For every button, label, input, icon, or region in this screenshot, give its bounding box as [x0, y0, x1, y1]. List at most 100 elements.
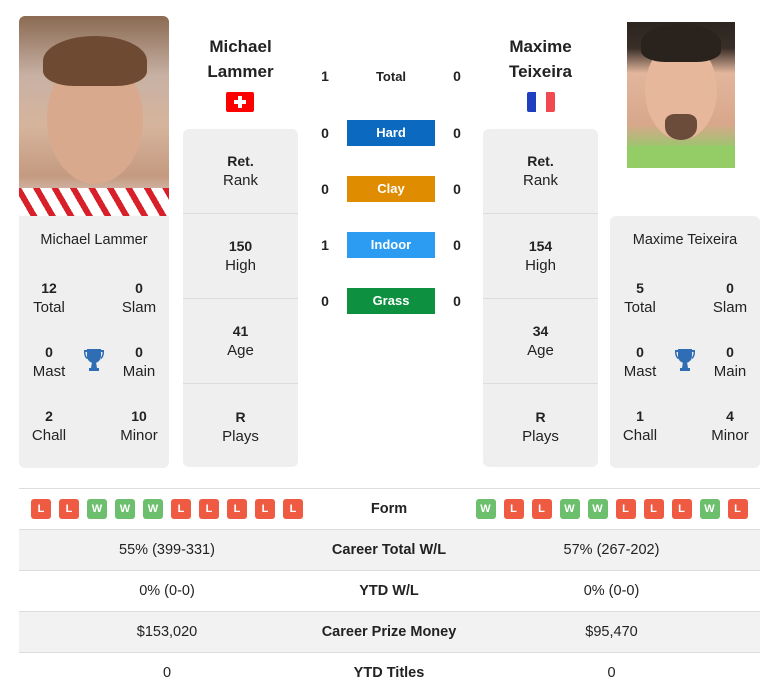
value: 0: [135, 280, 143, 296]
form-win-badge[interactable]: W: [475, 499, 496, 519]
form-win-badge[interactable]: W: [559, 499, 580, 519]
form-win-badge[interactable]: W: [143, 499, 163, 519]
titles-chall: 1 Chall: [610, 406, 670, 446]
titles-chall: 2 Chall: [19, 406, 79, 446]
form-loss-badge[interactable]: L: [503, 499, 524, 519]
titles-total: 5 Total: [610, 278, 670, 318]
player2-titles-card: Maxime Teixeira 5 Total 0 Slam 0 Mast 0 Main…: [610, 216, 760, 468]
switzerland-flag-icon: [226, 92, 254, 112]
p2-h2h-indoor: 0: [453, 237, 461, 253]
player1-info-card: Ret. Rank 150 High 41 Age R Plays: [183, 129, 298, 467]
p2-h2h-grass: 0: [453, 293, 461, 309]
rank-value: Ret.: [527, 153, 554, 169]
titles-main: 0 Main: [700, 342, 760, 382]
p1-h2h-total: 1: [321, 68, 329, 84]
titles-slam: 0 Slam: [700, 278, 760, 318]
form-loss-badge[interactable]: L: [671, 499, 692, 519]
player1-age: 41 Age: [183, 299, 298, 384]
h2h-total-label: Total: [375, 69, 407, 84]
h2h-total-row: 1 Total 0: [310, 63, 470, 89]
player1-ytd-titles: 0: [162, 665, 172, 681]
player1-photo[interactable]: [19, 16, 169, 216]
age-value: 41: [232, 323, 249, 339]
label: Slam: [121, 299, 157, 316]
table-row: 0% (0-0) YTD W/L 0% (0-0): [19, 570, 760, 611]
player1-form: LLWWWLLLLL: [19, 499, 315, 519]
form-loss-badge[interactable]: L: [615, 499, 636, 519]
label: Minor: [711, 427, 749, 444]
player2-plays: R Plays: [483, 384, 598, 469]
ytd-wl-label: YTD W/L: [359, 583, 419, 599]
surface-hard-badge[interactable]: Hard: [347, 120, 435, 146]
form-loss-badge[interactable]: L: [255, 499, 275, 519]
trophy-icon: [82, 347, 106, 373]
titles-mast: 0 Mast: [19, 342, 79, 382]
form-win-badge[interactable]: W: [115, 499, 135, 519]
label: Slam: [712, 299, 748, 316]
form-loss-badge[interactable]: L: [727, 499, 748, 519]
ytd-titles-label: YTD Titles: [353, 665, 425, 681]
table-row: 55% (399-331) Career Total W/L 57% (267-…: [19, 529, 760, 570]
high-label: High: [225, 257, 256, 274]
player1-full-name[interactable]: Michael Lammer: [19, 232, 169, 248]
value: 1: [636, 408, 644, 424]
rank-label: Rank: [222, 172, 259, 189]
table-row: $153,020 Career Prize Money $95,470: [19, 611, 760, 652]
h2h-grass-row: 0 Grass 0: [310, 288, 470, 314]
p1-h2h-grass: 0: [321, 293, 329, 309]
player2-ytd-titles: 0: [607, 665, 616, 681]
player2-age: 34 Age: [483, 299, 598, 384]
value: 10: [131, 408, 147, 424]
player2-full-name[interactable]: Maxime Teixeira: [610, 232, 760, 248]
value: 5: [636, 280, 644, 296]
plays-label: Plays: [222, 427, 259, 445]
form-loss-badge[interactable]: L: [283, 499, 303, 519]
form-loss-badge[interactable]: L: [59, 499, 79, 519]
p1-h2h-indoor: 1: [321, 237, 329, 253]
p2-h2h-clay: 0: [453, 181, 461, 197]
player2-photo[interactable]: [627, 22, 735, 168]
rank-value: Ret.: [227, 153, 254, 169]
plays-value: R: [235, 408, 246, 425]
form-loss-badge[interactable]: L: [171, 499, 191, 519]
surface-clay-badge[interactable]: Clay: [347, 176, 435, 202]
titles-mast: 0 Mast: [610, 342, 670, 382]
form-win-badge[interactable]: W: [699, 499, 720, 519]
titles-slam: 0 Slam: [109, 278, 169, 318]
surface-indoor-badge[interactable]: Indoor: [347, 232, 435, 258]
player2-first-name[interactable]: Maxime: [483, 34, 598, 59]
player1-rank: Ret. Rank: [183, 129, 298, 214]
high-label: High: [525, 257, 556, 274]
form-loss-badge[interactable]: L: [531, 499, 552, 519]
form-loss-badge[interactable]: L: [643, 499, 664, 519]
titles-minor: 10 Minor: [109, 406, 169, 446]
player1-first-name[interactable]: Michael: [183, 34, 298, 59]
form-loss-badge[interactable]: L: [31, 499, 51, 519]
trophy-icon: [673, 347, 697, 373]
h2h-hard-row: 0 Hard 0: [310, 120, 470, 146]
player2-ytd-wl: 0% (0-0): [583, 583, 640, 599]
form-label: Form: [370, 501, 408, 517]
player2-info-card: Ret. Rank 154 High 34 Age R Plays: [483, 129, 598, 467]
player2-name[interactable]: Maxime Teixeira: [483, 34, 598, 84]
player1-last-name[interactable]: Lammer: [183, 59, 298, 84]
form-loss-badge[interactable]: L: [227, 499, 247, 519]
value: 0: [726, 344, 734, 360]
form-loss-badge[interactable]: L: [199, 499, 219, 519]
form-win-badge[interactable]: W: [587, 499, 608, 519]
value: 0: [135, 344, 143, 360]
plays-value: R: [535, 408, 546, 425]
player1-name[interactable]: Michael Lammer: [183, 34, 298, 84]
form-win-badge[interactable]: W: [87, 499, 107, 519]
label: Main: [713, 363, 747, 380]
player1-career-wl: 55% (399-331): [119, 542, 215, 558]
rank-label: Rank: [522, 172, 559, 189]
player2-rank: Ret. Rank: [483, 129, 598, 214]
surface-grass-badge[interactable]: Grass: [347, 288, 435, 314]
value: 0: [636, 344, 644, 360]
player2-last-name[interactable]: Teixeira: [483, 59, 598, 84]
comparison-table: LLWWWLLLLL Form WLLWWLLLWL 55% (399-331)…: [19, 488, 760, 693]
player1-titles-card: Michael Lammer 12 Total 0 Slam 0 Mast 0 Main…: [19, 216, 169, 468]
player1-high: 150 High: [183, 214, 298, 299]
player2-form: WLLWWLLLWL: [463, 499, 760, 519]
